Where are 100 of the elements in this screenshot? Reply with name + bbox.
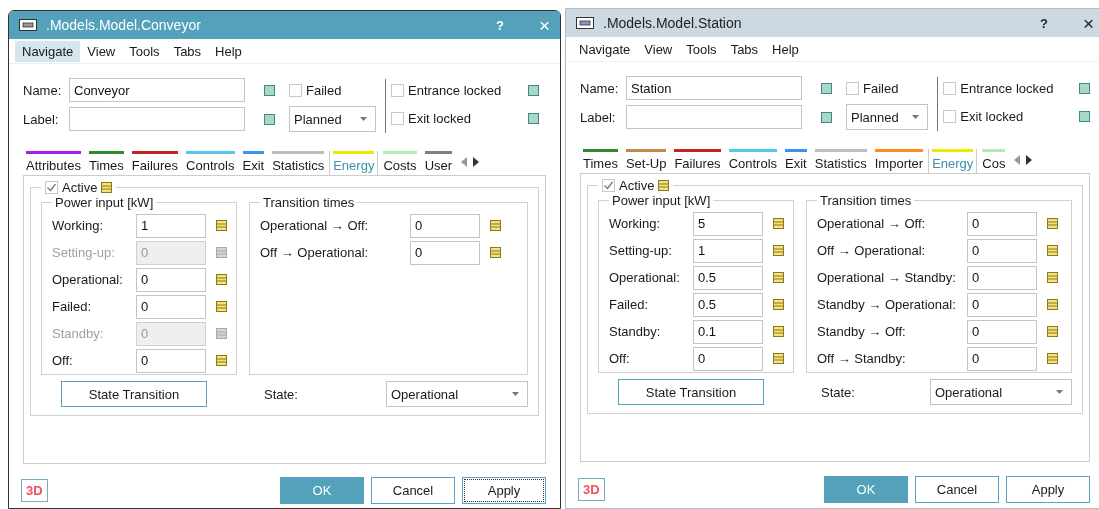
state-transition-button[interactable]: State Transition (618, 379, 764, 405)
menu-item[interactable]: View (637, 38, 680, 60)
number-field[interactable]: 1 (136, 213, 206, 238)
status-square-icon[interactable] (528, 84, 539, 96)
formula-icon[interactable] (216, 220, 227, 231)
close-button[interactable]: × (1082, 13, 1094, 33)
number-field[interactable]: 0 (967, 238, 1037, 263)
status-square-icon[interactable] (264, 113, 275, 125)
status-square-icon[interactable] (821, 82, 832, 94)
number-field[interactable]: 0.5 (693, 292, 763, 317)
menu-item[interactable]: Navigate (15, 40, 81, 62)
menu-item[interactable]: Help (765, 38, 806, 60)
number-field[interactable]: 5 (693, 211, 763, 236)
number-field[interactable]: 0 (136, 348, 206, 373)
tab[interactable]: User (421, 151, 456, 175)
status-square-icon[interactable] (528, 112, 539, 124)
checkbox[interactable] (943, 109, 957, 123)
3d-button[interactable]: 3D (578, 477, 605, 501)
dialog-button[interactable]: Apply (462, 476, 546, 504)
text-field[interactable] (626, 105, 802, 129)
tab[interactable]: Controls (183, 151, 238, 175)
tab[interactable]: Cos (979, 149, 1009, 173)
dropdown[interactable]: Operational (386, 381, 528, 407)
formula-icon[interactable] (773, 326, 784, 337)
scroll-left-icon[interactable] (1014, 155, 1021, 165)
number-field[interactable]: 0 (967, 265, 1037, 290)
number-field[interactable]: 0 (693, 346, 763, 371)
tab[interactable]: Exit (239, 151, 268, 175)
formula-icon[interactable] (490, 220, 501, 231)
tab[interactable]: Failures (128, 151, 182, 175)
tab[interactable]: Statistics (269, 151, 328, 175)
scroll-right-icon[interactable] (1026, 155, 1033, 165)
number-field[interactable]: 0 (967, 346, 1037, 371)
checkbox[interactable] (289, 83, 302, 97)
dropdown[interactable]: Operational (930, 379, 1072, 405)
status-square-icon[interactable] (1079, 82, 1090, 94)
number-field[interactable]: 1 (693, 238, 763, 263)
tab[interactable]: Importer (871, 149, 927, 173)
3d-button[interactable]: 3D (21, 478, 48, 502)
tab[interactable]: Exit (782, 149, 810, 173)
checkbox[interactable] (943, 81, 957, 95)
formula-icon[interactable] (216, 355, 227, 366)
formula-icon[interactable] (1047, 272, 1058, 283)
tab[interactable]: Times (580, 149, 621, 173)
menu-item[interactable]: Navigate (572, 38, 638, 60)
formula-icon[interactable] (658, 180, 670, 191)
number-field[interactable]: 0 (136, 267, 206, 292)
status-square-icon[interactable] (821, 111, 832, 123)
formula-icon[interactable] (773, 218, 784, 229)
dialog-button[interactable]: Cancel (915, 475, 999, 503)
tab[interactable]: Energy (928, 149, 978, 173)
formula-icon[interactable] (773, 245, 784, 256)
formula-icon[interactable] (216, 274, 227, 285)
menu-item[interactable]: View (80, 40, 123, 62)
scroll-left-icon[interactable] (461, 157, 468, 167)
tab[interactable]: Attributes (23, 151, 84, 175)
number-field[interactable]: 0 (967, 292, 1037, 317)
formula-icon[interactable] (1047, 326, 1058, 337)
number-field[interactable]: 0 (967, 211, 1037, 236)
dialog-button[interactable]: Cancel (371, 476, 455, 504)
text-field[interactable]: Station (626, 76, 802, 100)
tab[interactable]: Set-Up (622, 149, 670, 173)
formula-icon[interactable] (101, 182, 113, 193)
tab[interactable]: Times (85, 151, 127, 175)
status-square-icon[interactable] (1079, 110, 1090, 122)
formula-icon[interactable] (773, 353, 784, 364)
text-field[interactable] (69, 107, 245, 131)
menu-item[interactable]: Tabs (166, 40, 209, 62)
formula-icon[interactable] (773, 272, 784, 283)
dropdown[interactable]: Planned (846, 104, 929, 130)
tab[interactable]: Statistics (811, 149, 870, 173)
text-field[interactable]: Conveyor (69, 78, 245, 102)
checkbox[interactable] (391, 83, 404, 97)
status-square-icon[interactable] (264, 84, 275, 96)
number-field[interactable]: 0.5 (693, 265, 763, 290)
number-field[interactable]: 0 (410, 240, 480, 265)
tab[interactable]: Energy (329, 151, 379, 175)
tab[interactable]: Costs (380, 151, 420, 175)
formula-icon[interactable] (490, 247, 501, 258)
tab[interactable]: Controls (725, 149, 781, 173)
checkbox[interactable] (602, 179, 615, 192)
dialog-button[interactable]: Apply (1006, 475, 1090, 503)
menu-item[interactable]: Tools (679, 38, 724, 60)
formula-icon[interactable] (216, 301, 227, 312)
tab[interactable]: Failures (671, 149, 724, 173)
number-field[interactable]: 0 (967, 319, 1037, 344)
formula-icon[interactable] (1047, 218, 1058, 229)
formula-icon[interactable] (773, 299, 784, 310)
number-field[interactable]: 0 (136, 294, 206, 319)
menu-item[interactable]: Tabs (723, 38, 766, 60)
number-field[interactable]: 0 (410, 213, 480, 238)
formula-icon[interactable] (1047, 245, 1058, 256)
scroll-right-icon[interactable] (473, 157, 480, 167)
state-transition-button[interactable]: State Transition (61, 381, 207, 407)
number-field[interactable]: 0.1 (693, 319, 763, 344)
formula-icon[interactable] (1047, 299, 1058, 310)
checkbox[interactable] (846, 81, 859, 95)
menu-item[interactable]: Help (208, 40, 249, 62)
menu-item[interactable]: Tools (122, 40, 167, 62)
dropdown[interactable]: Planned (289, 106, 376, 132)
